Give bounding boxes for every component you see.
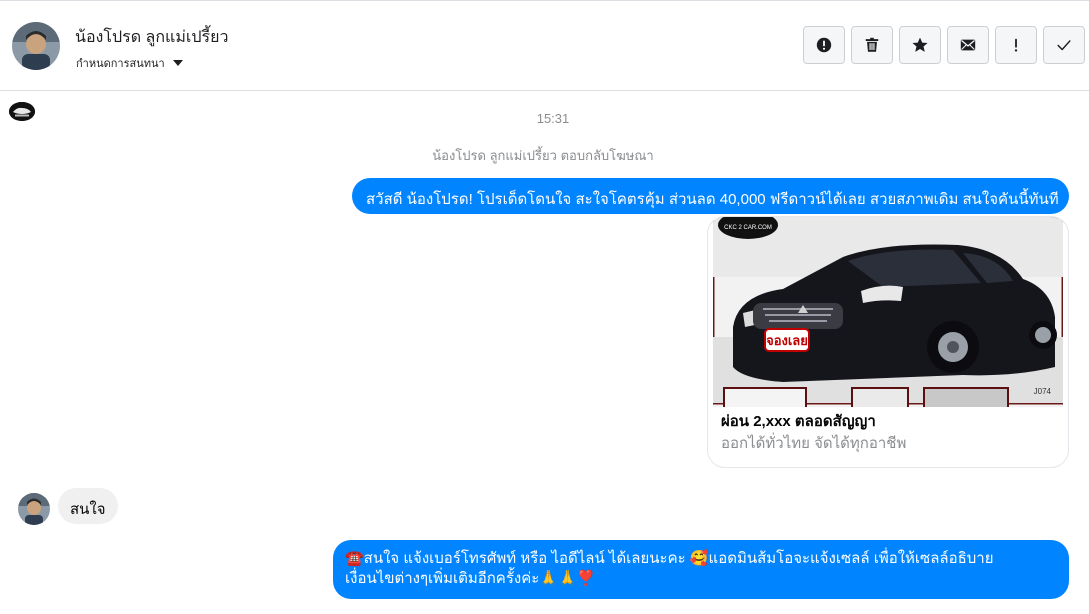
ad-card[interactable]: CKC 2 CAR.COM จองเลย J074 ผ่อน 2,xxx ตลอ… [707,216,1069,468]
ad-card-subtitle: ออกได้ทั่วไทย จัดได้ทุกอาชีพ [721,435,907,452]
sticker-text: จองเลย [766,333,808,348]
message-line-2: เงื่อนไขต่างๆเพิ่มเติมอีกครั้งค่ะ🙏🙏❣️ [345,570,596,587]
mark-done-button[interactable] [1043,26,1085,64]
conversation-header: น้องโปรด ลูกแม่เปรี้ยว กำหนดการสนทนา [0,1,1089,91]
incoming-message[interactable]: สนใจ [58,488,118,524]
contact-avatar[interactable] [12,22,60,70]
assign-conversation-dropdown[interactable]: กำหนดการสนทนา [76,54,183,72]
important-button[interactable] [995,26,1037,64]
exclamation-icon [1014,38,1018,52]
ad-card-title: ผ่อน 2,xxx ตลอดสัญญา [721,413,876,430]
delete-button[interactable] [851,26,893,64]
checkmark-icon [1057,40,1071,51]
outgoing-message-2[interactable]: ☎️สนใจ แจ้งเบอร์โทรศัพท์ หรือ ไอดีไลน์ ไ… [333,540,1069,599]
car-ad-image: CKC 2 CAR.COM จองเลย J074 [713,217,1063,407]
trash-icon [865,37,879,52]
caret-down-icon [172,60,183,66]
watermark-text: CKC 2 CAR.COM [724,225,772,231]
conversation-toolbar [803,26,1085,64]
message-timestamp: 15:31 [536,111,570,126]
car-code-text: J074 [1034,387,1052,396]
envelope-icon [960,39,976,51]
contact-name: น้องโปรด ลูกแม่เปรี้ยว [75,29,229,46]
ad-reply-note: น้องโปรด ลูกแม่เปรี้ยว ตอบกลับโฆษณา [432,148,654,163]
sender-avatar[interactable] [18,493,50,525]
exclamation-circle-icon [816,37,832,53]
mark-unread-button[interactable] [947,26,989,64]
report-spam-button[interactable] [803,26,845,64]
star-button[interactable] [899,26,941,64]
message-line-1: ☎️สนใจ แจ้งเบอร์โทรศัพท์ หรือ ไอดีไลน์ ไ… [345,550,994,567]
assign-label: กำหนดการสนทนา [76,58,165,70]
outgoing-message[interactable]: สวัสดี น้องโปรด! โปรเด็ดโดนใจ สะใจโคตรคุ… [352,178,1069,214]
star-icon [912,37,928,52]
